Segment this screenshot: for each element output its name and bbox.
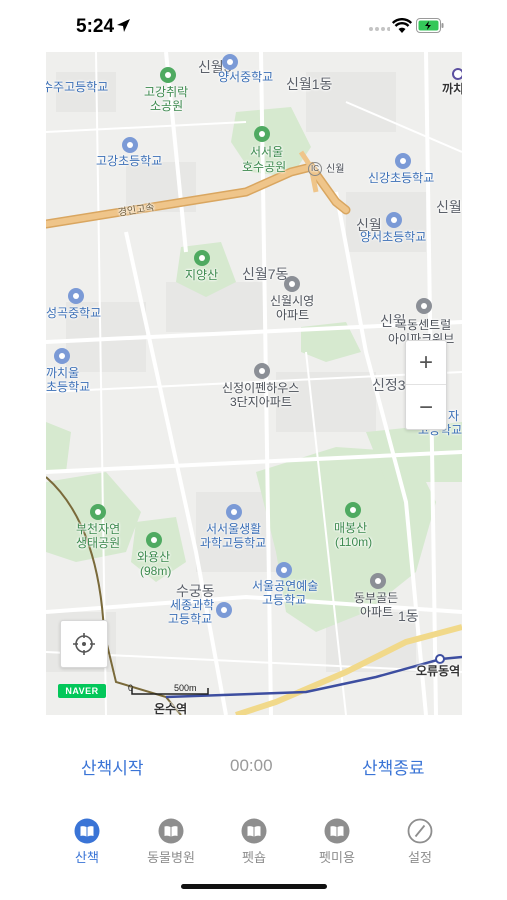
map-label: 매봉산 <box>334 521 368 535</box>
school-pin-icon <box>222 54 238 70</box>
tab-grooming[interactable]: 펫미용 <box>302 812 372 866</box>
map-label: 소공원 <box>150 99 184 113</box>
ic-badge: IC <box>308 162 322 176</box>
map-label: 신월1동 <box>286 76 333 92</box>
map-label: 고강취락 <box>144 85 189 99</box>
map-label: 세종과학 <box>170 598 215 612</box>
school-pin-icon <box>68 288 84 304</box>
naver-logo: NAVER <box>58 684 106 698</box>
map-view[interactable]: 신월3 양서중학교 신월1동 까치 수주고등학교 고강취락 소공원 서서울 호수… <box>46 52 462 715</box>
map-label: 신월7동 <box>242 266 289 282</box>
scale-bar <box>131 688 209 695</box>
map-label: 자 <box>448 409 460 423</box>
map-label: (98m) <box>140 564 172 578</box>
school-pin-icon <box>216 602 232 618</box>
apartment-pin-icon <box>416 298 432 314</box>
tab-label: 펫미용 <box>319 850 355 865</box>
park-pin-icon <box>194 250 210 266</box>
tab-settings[interactable]: 설정 <box>385 812 455 866</box>
apartment-pin-icon <box>254 363 270 379</box>
map-label: 3단지아파트 <box>230 395 292 409</box>
book-icon <box>324 818 350 844</box>
map-label: 고등학교 <box>168 612 213 626</box>
school-pin-icon <box>226 504 242 520</box>
map-label: 신월 <box>326 164 345 175</box>
book-icon <box>241 818 267 844</box>
walk-controls: 산책시작 00:00 산책종료 <box>0 746 507 786</box>
map-label: 초등학교 <box>46 380 91 394</box>
tab-label: 동물병원 <box>147 850 195 865</box>
current-location-button[interactable] <box>60 620 108 668</box>
map-label: 까치 <box>442 82 462 96</box>
zoom-in-button[interactable]: + <box>406 341 446 385</box>
walk-timer: 00:00 <box>230 756 273 775</box>
park-pin-icon <box>90 504 106 520</box>
slash-circle-icon <box>407 818 433 844</box>
map-label: 수주고등학교 <box>46 80 109 94</box>
map-label: 신정3 <box>372 377 406 393</box>
map-label: 서서울생활 <box>206 522 262 536</box>
home-indicator <box>181 884 327 889</box>
map-label: 호수공원 <box>242 160 287 174</box>
map-label: 지양산 <box>185 268 219 282</box>
map-label: 1동 <box>398 608 419 624</box>
signal-icon <box>369 27 390 31</box>
zoom-out-button[interactable]: − <box>406 386 446 430</box>
map-label: 생태공원 <box>76 536 121 550</box>
tab-bar: 산책 동물병원 펫숍 펫미용 설정 <box>0 812 507 872</box>
apartment-pin-icon <box>284 276 300 292</box>
map-label: 서서울 <box>250 145 284 159</box>
map-label: 양서초등학교 <box>360 230 427 244</box>
map-label: (110m) <box>335 535 373 549</box>
map-label: 성곡중학교 <box>46 306 102 320</box>
school-pin-icon <box>395 153 411 169</box>
map-label: 신강초등학교 <box>368 171 435 185</box>
school-pin-icon <box>54 348 70 364</box>
tab-label: 산책 <box>75 850 99 865</box>
map-label: 목동센트럴 <box>396 318 452 332</box>
map-label: 동부골든 <box>354 591 399 605</box>
book-icon <box>158 818 184 844</box>
map-label: 와용산 <box>137 550 171 564</box>
location-arrow-icon <box>117 19 130 32</box>
park-pin-icon <box>160 67 176 83</box>
map-label: 수궁동 <box>176 583 215 599</box>
map-label: 신정이펜하우스 <box>222 381 300 395</box>
start-walk-button[interactable]: 산책시작 <box>81 754 144 779</box>
park-pin-icon <box>254 126 270 142</box>
map-label: 양서중학교 <box>218 70 274 84</box>
status-bar: 5:24 <box>0 0 507 50</box>
map-label: 까치울 <box>46 366 80 380</box>
park-pin-icon <box>345 502 361 518</box>
tab-label: 설정 <box>408 850 432 865</box>
map-label: 오류동역 <box>416 664 461 678</box>
school-pin-icon <box>386 212 402 228</box>
map-label: 고강초등학교 <box>96 154 163 168</box>
end-walk-button[interactable]: 산책종료 <box>362 754 425 779</box>
tab-vet[interactable]: 동물병원 <box>136 812 206 866</box>
zoom-control: + − <box>405 340 447 430</box>
map-label: 신월시영 <box>270 294 315 308</box>
map-label: 아파트 <box>276 308 310 322</box>
tab-label: 펫숍 <box>242 850 266 865</box>
battery-charging-icon <box>416 18 444 33</box>
school-pin-icon <box>276 562 292 578</box>
map-label: 서울공연예술 <box>252 579 319 593</box>
map-label: 과학고등학교 <box>200 536 267 550</box>
tab-petshop[interactable]: 펫숍 <box>219 812 289 866</box>
school-pin-icon <box>122 137 138 153</box>
map-label: 아파트 <box>360 605 394 619</box>
map-label: 고등학교 <box>262 593 307 607</box>
crosshair-icon <box>73 633 95 655</box>
app-screen: 5:24 신월3 양서중학교 신월1동 까치 수주고등학교 고강취락 소공원 서… <box>0 0 507 900</box>
map-label: 부천자연 <box>76 522 121 536</box>
apartment-pin-icon <box>370 573 386 589</box>
map-label: 온수역 <box>154 702 188 715</box>
status-time: 5:24 <box>76 16 115 37</box>
park-pin-icon <box>146 532 162 548</box>
map-label: 신월 <box>436 199 462 215</box>
tab-walk[interactable]: 산책 <box>52 812 122 866</box>
book-icon <box>74 818 100 844</box>
wifi-icon <box>392 18 412 33</box>
